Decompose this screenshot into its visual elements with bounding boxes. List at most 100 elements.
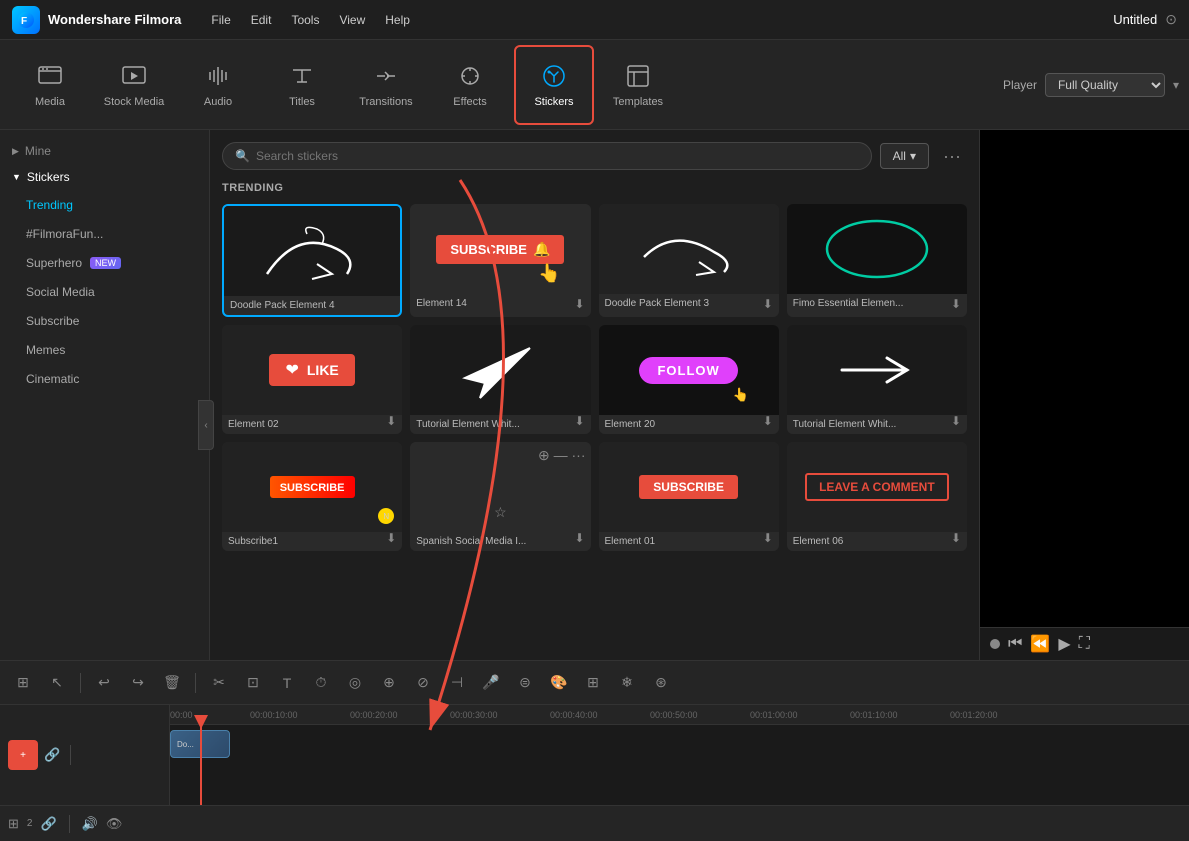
search-input[interactable] [256, 149, 859, 163]
sidebar-item-filmora-fun[interactable]: #FilmoraFun... [6, 220, 203, 248]
tl-motion-button[interactable]: ◎ [340, 668, 370, 698]
sticker-label-element14: Element 14 [410, 294, 590, 313]
sticker-label-element20: Element 20 [599, 415, 779, 434]
sidebar-item-social-media[interactable]: Social Media [6, 278, 203, 306]
player-step-back-button[interactable]: ⏪ [1030, 634, 1050, 654]
sidebar-stickers-header[interactable]: ▼ Stickers [0, 164, 209, 190]
sticker-card-fimo[interactable]: Fimo Essential Elemen... ⬇ [787, 204, 967, 317]
progress-indicator [990, 639, 1000, 649]
tl-divider-1 [80, 673, 81, 693]
tl-stabilize-button[interactable]: ⊜ [510, 668, 540, 698]
toolbar-transitions[interactable]: Transitions [346, 45, 426, 125]
sticker-card-element01[interactable]: SUBSCRIBE Element 01 ⬇ [599, 442, 779, 551]
bottom-eye-button[interactable]: 👁 [106, 816, 123, 832]
tl-pointer-button[interactable]: ↖ [42, 668, 72, 698]
tl-split-button[interactable]: ⊣ [442, 668, 472, 698]
tl-time-button[interactable]: ⏱ [306, 668, 336, 698]
menu-help[interactable]: Help [375, 9, 420, 31]
download-icon-element14: ⬇ [574, 297, 584, 311]
tl-text-button[interactable]: T [272, 668, 302, 698]
menu-file[interactable]: File [201, 9, 240, 31]
expand-icon: ▶ [12, 146, 19, 157]
sticker-card-element02[interactable]: ❤ LIKE Element 02 ⬇ [222, 325, 402, 434]
sticker-card-element20[interactable]: FOLLOW 👆 Element 20 ⬇ [599, 325, 779, 434]
tl-composite-button[interactable]: ⊕ [374, 668, 404, 698]
more-options-button[interactable]: ··· [937, 144, 967, 169]
menu-tools[interactable]: Tools [281, 9, 329, 31]
collapse-icon: ▼ [12, 172, 21, 182]
toolbar-stickers[interactable]: Stickers [514, 45, 594, 125]
sticker-label-tutorial-white2: Tutorial Element Whit... [787, 415, 967, 434]
tl-color-button[interactable]: 🎨 [544, 668, 574, 698]
ruler-mark-1: 00:00:10:00 [250, 710, 298, 720]
sticker-label-element01: Element 01 [599, 532, 779, 551]
bottom-grid-button[interactable]: ⊞ [8, 816, 19, 832]
sticker-thumb-element14: SUBSCRIBE 🔔 👆 [410, 204, 590, 294]
toolbar-stock-media[interactable]: Stock Media [94, 45, 174, 125]
sticker-card-element06[interactable]: LEAVE A COMMENT Element 06 ⬇ [787, 442, 967, 551]
project-title: Untitled [1113, 12, 1157, 27]
timeline-toolbar: ⊞ ↖ ↩ ↪ 🗑 ✂ ⊡ T ⏱ ◎ ⊕ ⊘ ⊣ 🎤 ⊜ 🎨 ⊞ ❄ ⊛ [0, 661, 1189, 705]
sidebar-item-cinematic[interactable]: Cinematic [6, 365, 203, 393]
sticker-card-tutorial-white2[interactable]: Tutorial Element Whit... ⬇ [787, 325, 967, 434]
tl-voice-button[interactable]: 🎤 [476, 668, 506, 698]
ruler-mark-4: 00:00:40:00 [550, 710, 598, 720]
main-area: ▶ Mine ▼ Stickers Trending #FilmoraFun..… [0, 130, 1189, 660]
toolbar-media[interactable]: Media [10, 45, 90, 125]
player-fullscreen-button[interactable]: ⛶ [1079, 635, 1090, 653]
sticker-label-fimo: Fimo Essential Elemen... [787, 294, 967, 313]
toolbar-audio[interactable]: Audio [178, 45, 258, 125]
title-area: Untitled ⊙ [1113, 11, 1177, 28]
toolbar: Media Stock Media Audio Titles Transitio… [0, 40, 1189, 130]
timeline-ruler: 00:00 00:00:10:00 00:00:20:00 00:00:30:0… [170, 705, 1189, 725]
tl-redo-button[interactable]: ↪ [123, 668, 153, 698]
player-play-button[interactable]: ▶ [1058, 634, 1070, 654]
menu-edit[interactable]: Edit [241, 9, 282, 31]
sidebar-item-memes[interactable]: Memes [6, 336, 203, 364]
sidebar-item-subscribe[interactable]: Subscribe [6, 307, 203, 335]
sticker-thumb-tutorial-white [410, 325, 590, 415]
sticker-card-doodle4[interactable]: Doodle Pack Element 4 [222, 204, 402, 317]
link-button[interactable]: 🔗 [44, 747, 60, 763]
sticker-card-doodle3[interactable]: Doodle Pack Element 3 ⬇ [599, 204, 779, 317]
playhead [200, 725, 202, 805]
preview-panel: ⏮ ⏪ ▶ ⛶ [979, 130, 1189, 660]
sidebar-item-trending[interactable]: Trending [6, 191, 203, 219]
menu-view[interactable]: View [329, 9, 375, 31]
sticker-card-element14[interactable]: SUBSCRIBE 🔔 👆 Element 14 ⬇ [410, 204, 590, 317]
sidebar-mine-header[interactable]: ▶ Mine [0, 138, 209, 164]
tl-freeze-button[interactable]: ❄ [612, 668, 642, 698]
toolbar-titles[interactable]: Titles [262, 45, 342, 125]
sidebar-item-superhero[interactable]: Superhero NEW [6, 249, 203, 277]
sticker-label-element06: Element 06 [787, 532, 967, 551]
player-rewind-button[interactable]: ⏮ [1008, 635, 1022, 653]
tl-crop-button[interactable]: ⊡ [238, 668, 268, 698]
add-track-button[interactable]: + [8, 740, 38, 770]
timeline-tracks: + 🔗 00:00 00:00:10:00 00:00:20:00 00:00:… [0, 705, 1189, 805]
toolbar-templates[interactable]: Templates [598, 45, 678, 125]
sticker-label-tutorial-white: Tutorial Element Whit... [410, 415, 590, 434]
tl-ai-button[interactable]: ⊛ [646, 668, 676, 698]
sticker-card-subscribe1[interactable]: SUBSCRIBE N Subscribe1 ⬇ [222, 442, 402, 551]
sticker-thumb-subscribe1: SUBSCRIBE N [222, 442, 402, 532]
tl-speed-button[interactable]: ⊘ [408, 668, 438, 698]
download-icon-tutorial-white2: ⬇ [951, 414, 961, 428]
sidebar-collapse-button[interactable]: ‹ [198, 400, 214, 450]
quality-select[interactable]: Full Quality Half Quality Quarter Qualit… [1045, 73, 1165, 97]
divider [70, 745, 71, 765]
ruler-mark-8: 00:01:20:00 [950, 710, 998, 720]
tl-undo-button[interactable]: ↩ [89, 668, 119, 698]
bottom-link-button[interactable]: 🔗 [40, 816, 56, 832]
tl-select-button[interactable]: ⊞ [8, 668, 38, 698]
bottom-volume-button[interactable]: 🔊 [82, 816, 98, 832]
toolbar-effects[interactable]: Effects [430, 45, 510, 125]
sticker-card-tutorial-white[interactable]: Tutorial Element Whit... ⬇ [410, 325, 590, 434]
filter-button[interactable]: All ▾ [880, 143, 929, 169]
title-dropdown-icon[interactable]: ⊙ [1165, 11, 1177, 28]
tl-cut-button[interactable]: ✂ [204, 668, 234, 698]
download-icon-element02: ⬇ [386, 414, 396, 428]
tl-delete-button[interactable]: 🗑 [157, 668, 187, 698]
tl-transform-button[interactable]: ⊞ [578, 668, 608, 698]
sticker-label-subscribe1: Subscribe1 [222, 532, 402, 551]
sticker-card-spanish[interactable]: ⊕ — ··· Spanish Social Media I... ⬇ ☆ [410, 442, 590, 551]
